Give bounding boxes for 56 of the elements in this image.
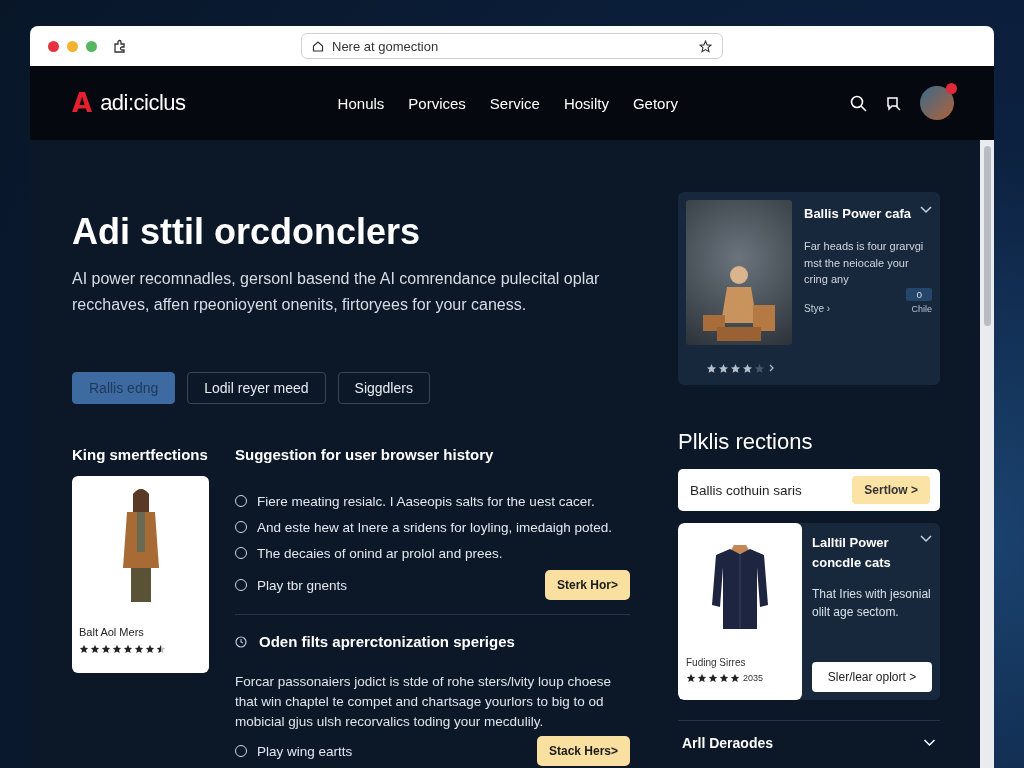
filter-tab[interactable]: Siggdlers	[337, 372, 430, 404]
section-heading: Suggestion for user browser history	[235, 446, 495, 464]
section-heading: Plklis rections	[678, 429, 814, 455]
product-name: Fuding Sirres	[686, 657, 747, 668]
search-query: Ballis cothuin saris	[690, 482, 802, 498]
product-card[interactable]: Balt Aol Mers	[72, 476, 209, 673]
product-name: Balt Aol Mers	[79, 626, 145, 638]
accordion-header[interactable]: Arll Deraodes	[678, 735, 940, 751]
product-image-panel[interactable]: Fuding Sirres 2035	[678, 523, 802, 700]
search-button[interactable]: Sertlow >	[852, 476, 930, 504]
caption: Chile	[911, 303, 932, 314]
nav-link[interactable]: Getory	[632, 94, 678, 112]
avatar[interactable]	[920, 86, 954, 120]
section-heading: King smertfections	[72, 446, 209, 464]
card-text: That Iries with jesonial olilt age sectom.	[812, 586, 932, 621]
tag: o	[906, 287, 932, 301]
search-icon[interactable]	[850, 94, 867, 112]
card-text: Far heads is four grarvgi mst the neiocale your cring any	[804, 239, 925, 287]
hero-text: AI power recomnadles, gersonl basend the AI comrendance pulecital oplar recchaves, affen rpeonioyent onenits, firtoryees for your caness.	[72, 269, 601, 315]
shop-button[interactable]: Sterk Hor>	[544, 570, 630, 600]
logo-text[interactable]: adi:ciclus	[100, 90, 186, 116]
card-title: Lalltil Power concdle cats	[812, 534, 892, 572]
scrollbar[interactable]	[980, 140, 994, 768]
style-link[interactable]: Stye ›	[804, 302, 831, 314]
nav-link[interactable]: Service	[489, 94, 540, 112]
section-text: Forcar passonaiers jodict is stde of rohe sters/lvity loup choese that win chaptel te compet and chartsage yourlors to big to od mobicial gjus ulsh recorvalics toding your mecdulily.	[235, 673, 612, 731]
hero-title: Adi sttil orcdonclers	[72, 210, 422, 254]
chevron-down-icon[interactable]	[920, 206, 932, 214]
suggestion-text: The decaies of onind ar prolol and prees.	[257, 545, 503, 561]
review-count: 2035	[743, 673, 764, 683]
logo-mark[interactable]: A	[72, 88, 93, 118]
puzzle-icon[interactable]	[113, 39, 127, 53]
notification-dot	[946, 83, 957, 94]
address-bar[interactable]: Nere at gomection	[301, 33, 723, 59]
section-heading: Oden filts aprerctonization speriges	[259, 633, 515, 650]
chevron-right-icon[interactable]	[769, 364, 775, 373]
nav-link[interactable]: Porvices	[408, 94, 466, 112]
chevron-down-icon	[923, 739, 936, 747]
suggestion-text: Fiere meating resialc. I Aaseopis salts for the uest cacer.	[257, 493, 595, 509]
suggestion-text: And este hew at Inere a sridens for loyling, imedaigh poted.	[257, 519, 612, 535]
house-icon	[312, 40, 324, 52]
shop-button[interactable]: Stack Hers>	[536, 736, 630, 766]
maximize-window-dot[interactable]	[86, 40, 97, 52]
minimize-window-dot[interactable]	[67, 40, 78, 52]
explore-button[interactable]: Sler/lear oplort >	[812, 662, 932, 692]
chat-search-icon[interactable]	[885, 94, 902, 112]
close-window-dot[interactable]	[48, 40, 59, 52]
star-icon[interactable]	[699, 39, 712, 53]
suggestion-text: Play wing eartts	[257, 743, 353, 759]
filter-tab[interactable]: Lodil reyer meed	[187, 372, 326, 404]
suggestion-text: Play tbr gnents	[257, 577, 348, 593]
nav-link[interactable]: Honuls	[337, 94, 385, 112]
nav-link[interactable]: Hosilty	[563, 94, 609, 112]
chevron-down-icon[interactable]	[920, 535, 932, 543]
clock-icon	[235, 635, 247, 648]
card-title: Ballis Power cafa	[804, 205, 911, 223]
